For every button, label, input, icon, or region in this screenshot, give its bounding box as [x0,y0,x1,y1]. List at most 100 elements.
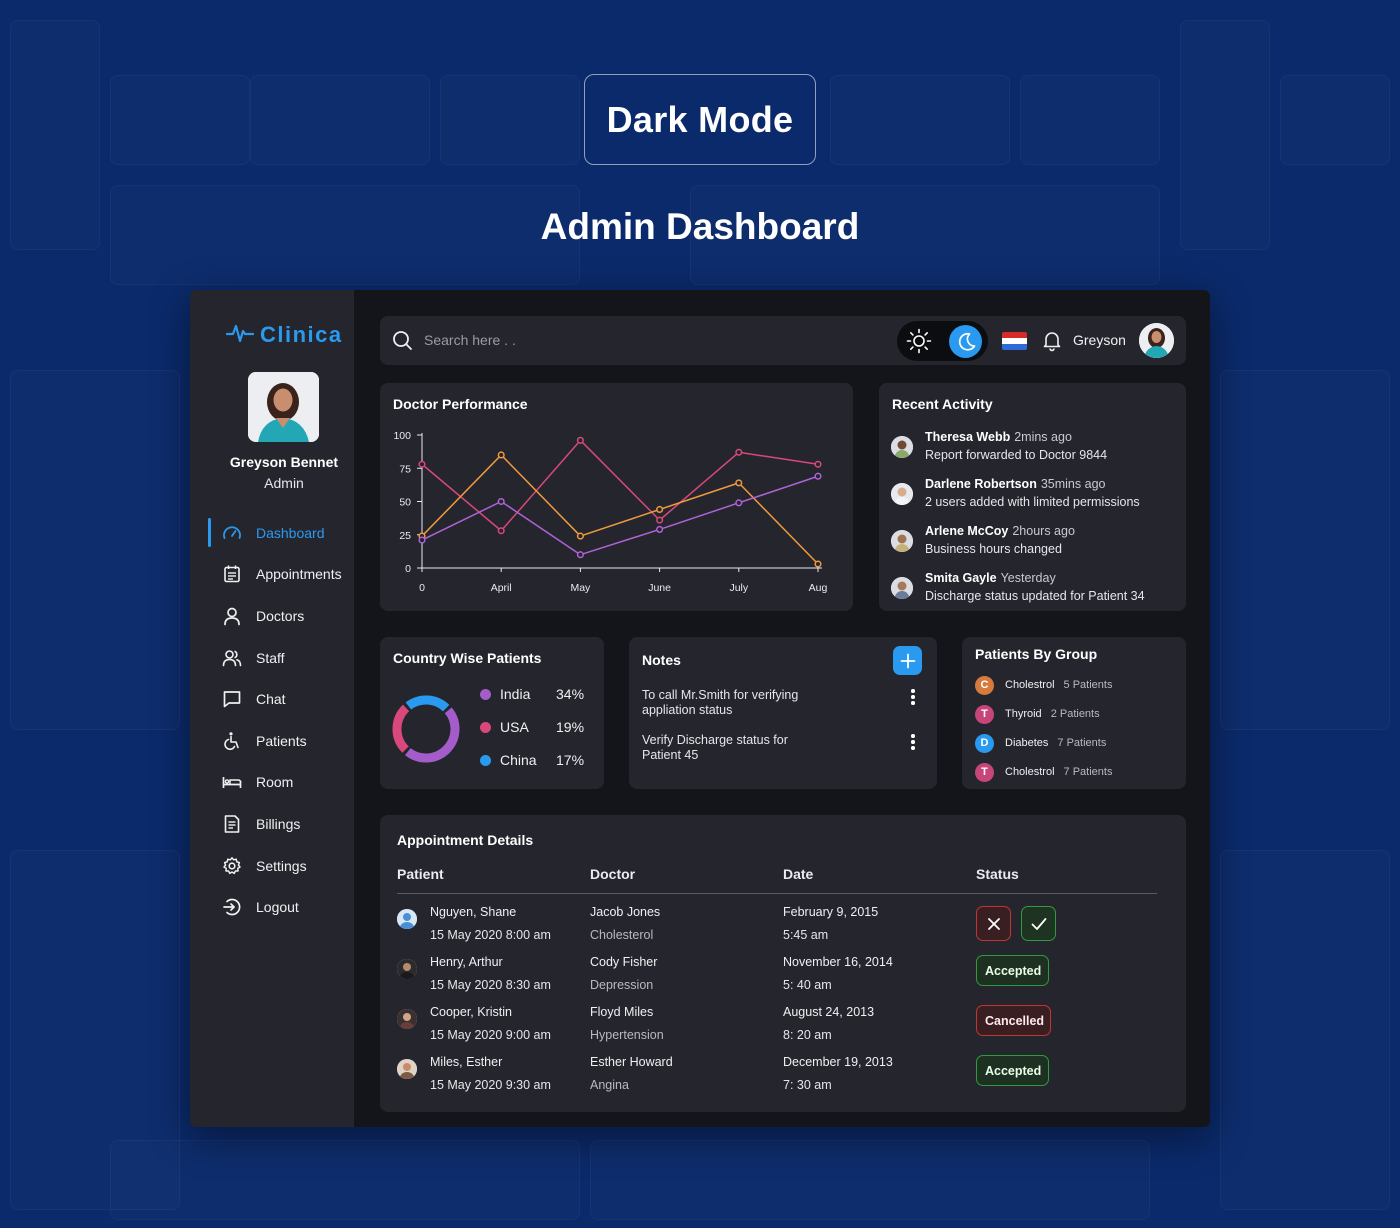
group-row[interactable]: D Diabetes 7 Patients [975,733,1106,753]
search-icon[interactable] [392,330,413,356]
series-2-point [576,532,584,540]
country-name: India [500,686,531,702]
doctor-performance-chart: 0 25 50 75 100 0 April May June July Aug [393,430,827,594]
activity-name: Arlene McCoy [925,524,1009,538]
column-header-doctor: Doctor [590,866,636,882]
activity-description: Report forwarded to Doctor 9844 [925,448,1108,462]
sidebar-item-billings[interactable]: Billings [190,803,354,845]
sidebar-item-label: Logout [256,899,299,916]
sidebar-item-dashboard[interactable]: Dashboard [190,512,354,554]
group-count: 7 Patients [1063,766,1113,778]
close-icon [987,917,1000,930]
country-legend-row: USA 19% [480,717,584,737]
reject-button[interactable] [976,906,1011,941]
language-flag-icon[interactable] [1002,332,1027,350]
user-avatar[interactable] [1139,323,1174,358]
sidebar-item-staff[interactable]: Staff [190,637,354,679]
series-line-3 [421,475,819,556]
more-options-icon[interactable] [911,689,915,707]
activity-item[interactable]: Theresa Webb 2mins ago Report forwarded t… [891,430,1181,470]
profile-avatar[interactable] [248,372,319,442]
table-row[interactable]: Nguyen, Shane 15 May 2020 8:00 am Jacob J… [380,903,1186,953]
doctor-name: Floyd Miles [590,1005,654,1019]
accept-button[interactable] [1021,906,1056,941]
group-letter-badge: D [975,733,994,753]
series-1-point [735,448,743,456]
theme-toggle[interactable] [897,321,988,361]
person-icon [222,606,242,626]
note-item[interactable]: Verify Discharge status for Patient 45 [642,733,817,762]
table-divider [397,893,1157,894]
table-row[interactable]: Henry, Arthur 15 May 2020 8:30 am Cody Fi… [380,953,1186,1003]
series-2-point [497,451,505,459]
appointment-slot: 15 May 2020 9:00 am [430,1028,551,1042]
dashboard-gauge-icon [222,523,242,543]
doctor-name: Jacob Jones [590,905,661,919]
sidebar-item-doctors[interactable]: Doctors [190,595,354,637]
logo-text: Clinica [260,322,343,347]
moon-icon[interactable] [949,325,982,358]
series-3-point [418,536,426,544]
sidebar-item-chat[interactable]: Chat [190,678,354,720]
search-input[interactable] [424,328,824,352]
group-name: Thyroid [1005,708,1042,720]
patient-name: Nguyen, Shane [430,905,517,919]
dark-mode-badge: Dark Mode [584,74,816,165]
appointment-time: 8: 20 am [783,1028,832,1042]
top-bar: Greyson [380,316,1186,365]
sun-icon[interactable] [904,326,934,356]
user-name[interactable]: Greyson [1073,332,1126,348]
group-row[interactable]: T Thyroid 2 Patients [975,704,1100,724]
sidebar-item-logout[interactable]: Logout [190,886,354,928]
patient-name: Cooper, Kristin [430,1005,512,1019]
activity-avatar [891,530,913,552]
status-badge[interactable]: Accepted [976,1055,1049,1086]
activity-name: Smita Gayle [925,571,997,585]
gear-icon [222,856,242,876]
note-item[interactable]: To call Mr.Smith for verifying appliatio… [642,688,817,717]
status-badge[interactable]: Cancelled [976,1005,1051,1036]
sidebar-item-patients[interactable]: Patients [190,720,354,762]
sidebar-item-room[interactable]: Room [190,762,354,804]
series-1-point [814,460,822,468]
group-row[interactable]: T Cholestrol 7 Patients [975,762,1112,782]
group-count: 5 Patients [1063,679,1113,691]
status-badge[interactable]: Accepted [976,955,1049,986]
table-row[interactable]: Miles, Esther 15 May 2020 9:30 am Esther … [380,1053,1186,1103]
check-icon [1031,917,1046,930]
x-tick-label: May [570,582,591,594]
logo[interactable]: Clinica [225,322,343,348]
x-tick-label: July [729,582,748,594]
sidebar-item-settings[interactable]: Settings [190,845,354,887]
country-legend-row: China 17% [480,750,584,770]
donut-slice-china [405,695,450,712]
activity-time: 2mins ago [1014,430,1072,444]
condition: Angina [590,1078,629,1092]
bell-icon[interactable] [1042,330,1062,357]
patient-avatar [397,1059,417,1079]
condition: Hypertension [590,1028,664,1042]
table-row[interactable]: Cooper, Kristin 15 May 2020 9:00 am Floyd… [380,1003,1186,1053]
activity-item[interactable]: Darlene Robertson 35mins ago 2 users adde… [891,477,1181,517]
appointment-date: February 9, 2015 [783,905,879,919]
group-letter-badge: T [975,762,994,782]
donut-slice-usa [392,704,410,753]
group-row[interactable]: C Cholestrol 5 Patients [975,675,1112,695]
chat-icon [222,689,242,709]
activity-description: Business hours changed [925,542,1062,556]
add-note-button[interactable] [893,646,922,675]
appointment-time: 7: 30 am [783,1078,832,1092]
activity-item[interactable]: Arlene McCoy 2hours ago Business hours ch… [891,524,1181,564]
legend-dot-india [480,688,491,700]
patient-name: Henry, Arthur [430,955,503,969]
group-name: Cholestrol [1005,679,1055,691]
appointment-time: 5:45 am [783,928,829,942]
y-tick-label: 50 [399,497,411,509]
y-tick-label: 25 [399,530,411,542]
activity-item[interactable]: Smita Gayle Yesterday Discharge status up… [891,571,1181,611]
sidebar-item-appointments[interactable]: Appointments [190,554,354,596]
sidebar-item-label: Dashboard [256,524,325,541]
group-letter-badge: T [975,704,994,724]
patient-avatar [397,1009,417,1029]
more-options-icon[interactable] [911,734,915,752]
